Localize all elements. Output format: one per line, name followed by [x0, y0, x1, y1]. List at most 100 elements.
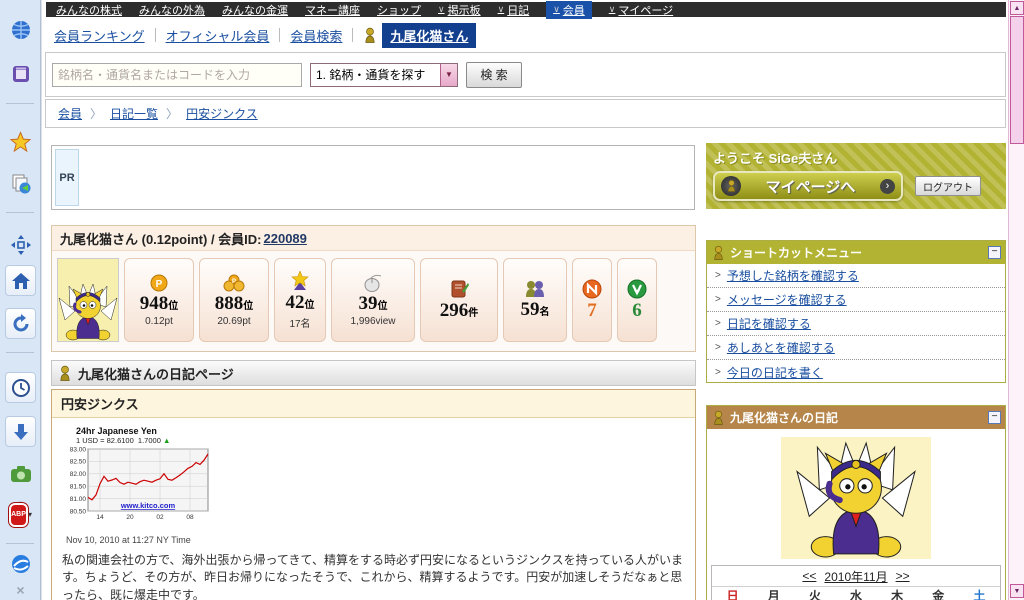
- chart-subtitle: 1 USD = 82.6100 1.7000 ▲: [62, 436, 232, 445]
- stat-unit: 位: [378, 301, 388, 312]
- shortcut-link-footprints[interactable]: あしあとを確認する: [727, 339, 835, 356]
- calendar-next-link[interactable]: >>: [896, 569, 910, 583]
- current-member-tab[interactable]: 九尾化猫さん: [382, 23, 476, 48]
- stat-diary-count[interactable]: 296件: [420, 258, 498, 342]
- calendar-prev-link[interactable]: <<: [802, 569, 816, 583]
- member-avatar[interactable]: [57, 258, 119, 342]
- calendar-month-label[interactable]: 2010年11月: [824, 568, 887, 585]
- top-navigation-bar: みんなの株式 みんなの外為 みんなの金運 マネー講座 ショップ ∨掲示板 ∨日記…: [46, 2, 1006, 17]
- svg-text:80.50: 80.50: [70, 508, 87, 515]
- adblock-label: ABP: [9, 503, 28, 527]
- member-id-link[interactable]: 220089: [264, 231, 307, 246]
- nav-keijiban[interactable]: ∨掲示板: [438, 2, 481, 18]
- nav-minna-gaitame[interactable]: みんなの外為: [139, 2, 205, 18]
- arrow-marker: >: [715, 318, 721, 329]
- nav-nikki[interactable]: ∨日記: [498, 2, 530, 18]
- move-pan-icon[interactable]: [9, 233, 32, 256]
- shortcut-item: > 日記を確認する: [707, 312, 1005, 336]
- svg-text:08: 08: [186, 514, 194, 521]
- divider: [279, 28, 280, 42]
- link-member-ranking[interactable]: 会員ランキング: [54, 26, 145, 45]
- chart-caption: Nov 10, 2010 at 11:27 NY Time: [62, 535, 232, 545]
- nav-shop[interactable]: ショップ: [377, 2, 421, 18]
- toolbar-divider: [6, 543, 34, 544]
- logout-button[interactable]: ログアウト: [915, 176, 981, 196]
- search-input[interactable]: [52, 63, 302, 87]
- svg-text:81.50: 81.50: [70, 484, 87, 491]
- link-official-members[interactable]: オフィシャル会員: [166, 26, 270, 45]
- member-pawn-icon: [712, 245, 725, 261]
- globe-icon[interactable]: [9, 18, 32, 41]
- toolbar-divider: [6, 212, 34, 213]
- stat-point-rank[interactable]: P 948位 0.12pt: [124, 258, 194, 342]
- shortcut-item: >メッセージを確認する: [707, 288, 1005, 312]
- stat-value: 7: [587, 300, 597, 321]
- triple-coin-icon: P: [223, 274, 245, 292]
- dropdown-caret-icon[interactable]: ▾: [28, 511, 32, 519]
- shortcut-menu-title: ショートカットメニュー: [730, 244, 862, 261]
- crumb-member[interactable]: 会員: [58, 105, 82, 122]
- shortcut-link-messages[interactable]: メッセージを確認する: [727, 291, 847, 308]
- nav-mypage[interactable]: ∨マイページ: [609, 2, 673, 18]
- diary-page-header: 九尾化猫さんの日記ページ: [51, 360, 696, 386]
- stat-total-point-rank[interactable]: P 888位 20.69pt: [199, 258, 269, 342]
- home-button[interactable]: [5, 265, 36, 296]
- select-arrow-icon[interactable]: ▼: [440, 64, 457, 86]
- collapse-button[interactable]: −: [988, 411, 1001, 424]
- shortcut-link-predicted-stocks[interactable]: 予想した銘柄を確認する: [727, 267, 859, 284]
- breadcrumb: 会員 〉 日記一覧 〉 円安ジンクス: [45, 99, 1006, 128]
- shortcut-item: >予想した銘柄を確認する: [707, 264, 1005, 288]
- stat-news-green[interactable]: 6: [617, 258, 657, 342]
- ie-browser-icon[interactable]: [9, 552, 32, 575]
- member-diary-title: 九尾化猫さんの日記: [730, 409, 838, 426]
- mypage-button-label: マイページへ: [741, 176, 880, 197]
- weekday-sat: 土: [959, 587, 1000, 600]
- link-member-search[interactable]: 会員検索: [290, 26, 342, 45]
- star-trophy-icon: [290, 271, 310, 291]
- nav-kaiin-active[interactable]: ∨会員: [546, 1, 592, 19]
- nav-money-kouza[interactable]: マネー講座: [305, 2, 360, 18]
- diary-book-icon: [449, 279, 469, 299]
- search-category-select[interactable]: 1. 銘柄・通貨を探す ▼: [310, 63, 458, 87]
- mypage-button[interactable]: マイページへ ›: [713, 171, 903, 201]
- breadcrumb-separator: 〉: [90, 105, 102, 122]
- shortcut-item: > 今日の日記を書く: [707, 360, 1005, 384]
- collapse-button[interactable]: −: [988, 246, 1001, 259]
- crumb-current-entry[interactable]: 円安ジンクス: [186, 105, 258, 122]
- adblock-icon[interactable]: ABP ▾: [9, 503, 32, 526]
- stat-friend-count[interactable]: 59名: [503, 258, 567, 342]
- screenshot-camera-icon[interactable]: [9, 462, 32, 485]
- weekday-sun: 日: [712, 587, 753, 600]
- new-window-icon[interactable]: [9, 62, 32, 85]
- stat-fan-rank[interactable]: 42位 17名: [274, 258, 326, 342]
- favorites-star-icon[interactable]: [9, 130, 32, 153]
- shortcut-menu-box: ショートカットメニュー − >予想した銘柄を確認する >メッセージを確認する >…: [706, 240, 1006, 383]
- member-pawn-icon: [712, 410, 725, 426]
- stat-news-orange[interactable]: 7: [572, 258, 612, 342]
- download-button[interactable]: [5, 416, 36, 447]
- stat-access-rank[interactable]: 39位 1,996view: [331, 258, 415, 342]
- scroll-up-button[interactable]: ▲: [1010, 1, 1024, 15]
- stat-sub: 17名: [289, 315, 310, 330]
- stat-value: 42: [286, 292, 305, 313]
- search-button[interactable]: 検 索: [466, 62, 522, 88]
- badge-green-icon: [627, 279, 647, 299]
- shortcut-link-write-diary[interactable]: 今日の日記を書く: [727, 364, 823, 381]
- page-scrollbar[interactable]: ▲ ▼: [1008, 0, 1024, 600]
- refresh-button[interactable]: [5, 308, 36, 339]
- history-clock-button[interactable]: [5, 372, 36, 403]
- crumb-diary-list[interactable]: 日記一覧: [110, 105, 158, 122]
- arrow-marker: >: [715, 367, 721, 378]
- close-icon[interactable]: ×: [9, 578, 32, 600]
- calendar-weekday-row: 日 月 火 水 木 金 土: [712, 587, 1000, 600]
- member-pawn-icon: [721, 176, 741, 196]
- scroll-down-button[interactable]: ▼: [1010, 584, 1024, 598]
- article-title: 円安ジンクス: [52, 390, 695, 418]
- pages-globe-icon[interactable]: [9, 172, 32, 195]
- shortcut-link-diary[interactable]: 日記を確認する: [727, 315, 811, 332]
- scrollbar-thumb[interactable]: [1010, 16, 1024, 144]
- weekday-wed: 水: [835, 587, 876, 600]
- nav-minna-kinun[interactable]: みんなの金運: [222, 2, 288, 18]
- nav-minna-kabushiki[interactable]: みんなの株式: [56, 2, 122, 18]
- up-arrow-icon: ▲: [163, 436, 170, 445]
